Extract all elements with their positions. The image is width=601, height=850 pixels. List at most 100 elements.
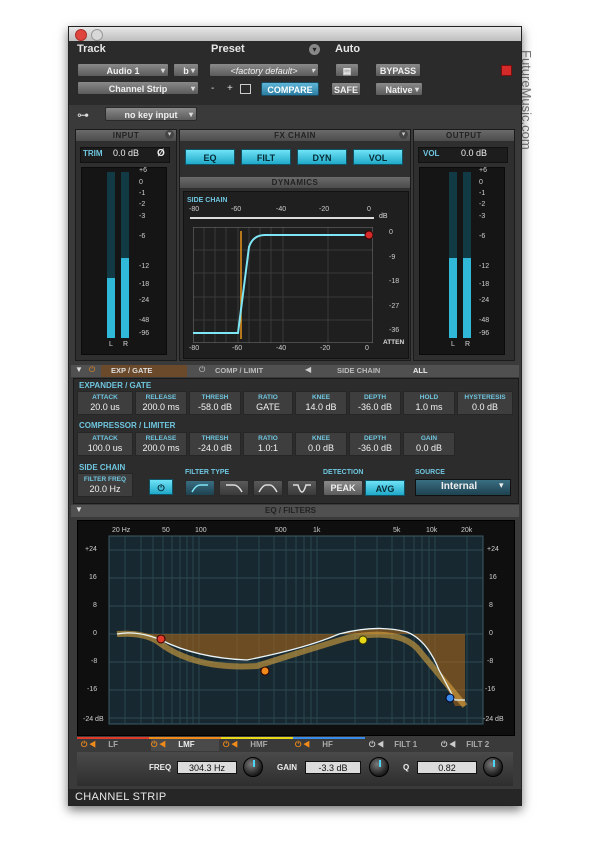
tab-band-lmf[interactable]: ⏻ ◀ LMF — [151, 739, 219, 751]
preset-minus-button[interactable]: - — [211, 83, 214, 94]
highpass-filter-button[interactable] — [185, 480, 215, 496]
input-meter-left-fill — [107, 278, 115, 338]
target-icon[interactable] — [501, 65, 512, 76]
comp-knee[interactable]: KNEE 0.0 dB — [295, 432, 347, 456]
notch-filter-button[interactable] — [287, 480, 317, 496]
eq-graph[interactable] — [77, 520, 513, 734]
fx-chain-title: FX CHAIN — [180, 130, 410, 141]
copy-settings-icon[interactable] — [240, 84, 251, 94]
gain-field[interactable]: -3.3 dB — [305, 761, 361, 774]
exp-hold[interactable]: HOLD 1.0 ms — [403, 391, 455, 415]
tab-band-filt2[interactable]: ⏻ ◀ FILT 2 — [441, 739, 511, 751]
q-knob[interactable] — [483, 757, 503, 777]
q-field[interactable]: 0.82 — [417, 761, 477, 774]
exp-thresh[interactable]: THRESH -58.0 dB — [189, 391, 241, 415]
tab-band-hmf[interactable]: ⏻ ◀ HMF — [223, 739, 291, 751]
title-bar[interactable] — [69, 27, 521, 41]
source-label: SOURCE — [415, 469, 445, 476]
comp-ratio[interactable]: RATIO 1.0:1 — [243, 432, 293, 456]
phase-invert-button[interactable]: Ø — [157, 148, 165, 159]
sc-filter-power-button[interactable]: ⏻ — [149, 479, 173, 495]
preset-label: Preset — [211, 43, 245, 55]
tab-side-chain[interactable]: SIDE CHAIN — [337, 366, 380, 375]
side-chain-label: SIDE CHAIN — [187, 197, 228, 204]
tab-band-lf[interactable]: ⏻ ◀ LF — [81, 739, 147, 751]
output-meter-left — [449, 172, 457, 338]
preset-menu-icon[interactable]: ▾ — [309, 44, 320, 55]
input-menu-icon[interactable]: ▾ — [165, 130, 174, 139]
lowpass-filter-button[interactable] — [219, 480, 249, 496]
sc-filter-freq[interactable]: FILTER FREQ 20.0 Hz — [77, 473, 133, 497]
auto-label: Auto — [335, 43, 361, 55]
input-title: INPUT — [76, 130, 176, 141]
exp-ratio[interactable]: RATIO GATE — [243, 391, 293, 415]
module-eq-button[interactable]: EQ — [185, 149, 235, 165]
key-icon: ⊶ — [77, 108, 89, 122]
vol-label: VOL — [423, 149, 440, 158]
tab-band-filt1[interactable]: ⏻ ◀ FILT 1 — [369, 739, 437, 751]
comp-attack[interactable]: ATTACK 100.0 us — [77, 432, 133, 456]
input-meter-left — [107, 172, 115, 338]
trim-label: TRIM — [83, 149, 103, 158]
side-chain-speaker-icon[interactable]: ◀ — [305, 365, 311, 374]
preset-selector[interactable]: <factory default> — [209, 63, 319, 78]
input-meter-right-fill — [121, 258, 129, 338]
tab-comp-limit[interactable]: COMP / LIMIT — [215, 366, 263, 375]
track-selector[interactable]: Audio 1 — [77, 63, 169, 78]
module-vol-button[interactable]: VOL — [353, 149, 403, 165]
module-filt-button[interactable]: FILT — [241, 149, 291, 165]
output-meter-right-fill — [463, 258, 471, 338]
bypass-button[interactable]: BYPASS — [375, 63, 421, 77]
exp-attack[interactable]: ATTACK 20.0 us — [77, 391, 133, 415]
gain-knob[interactable] — [369, 757, 389, 777]
track-channel-selector[interactable]: b — [173, 63, 199, 78]
detection-avg-button[interactable]: AVG — [365, 480, 405, 496]
atten-scale: 0 -9 -18 -27 -36 — [389, 229, 400, 334]
fx-chain-menu-icon[interactable]: ▾ — [399, 130, 408, 139]
freq-knob[interactable] — [243, 757, 263, 777]
zoom-icon[interactable] — [91, 29, 103, 41]
plugin-window: Track Preset ▾ Auto Audio 1 b Channel St… — [68, 26, 522, 806]
exp-release[interactable]: RELEASE 200.0 ms — [135, 391, 187, 415]
key-input-selector[interactable]: no key input — [105, 107, 197, 122]
automation-icon[interactable]: ▤ — [335, 63, 359, 77]
comp-thresh[interactable]: THRESH -24.0 dB — [189, 432, 241, 456]
source-dropdown-icon: ▾ — [499, 480, 504, 490]
output-meter-right — [463, 172, 471, 338]
preset-plus-button[interactable]: + — [227, 83, 233, 94]
input-left-label: L — [109, 341, 113, 348]
exp-hysteresis[interactable]: HYSTERESIS 0.0 dB — [457, 391, 513, 415]
transfer-bottom-scale: -80 -60 -40 -20 0 — [189, 345, 369, 352]
freq-field[interactable]: 304.3 Hz — [177, 761, 237, 774]
exp-knee[interactable]: KNEE 14.0 dB — [295, 391, 347, 415]
dyn-collapse-icon[interactable]: ▼ — [75, 365, 83, 374]
transfer-graph[interactable] — [193, 227, 373, 343]
close-icon[interactable] — [75, 29, 87, 41]
comp-gain[interactable]: GAIN 0.0 dB — [403, 432, 455, 456]
comp-power-icon[interactable]: ⏻ — [199, 365, 205, 375]
freq-label: FREQ — [149, 763, 172, 772]
sc-db-label: dB — [379, 213, 388, 220]
eq-collapse-icon[interactable]: ▼ — [75, 505, 83, 514]
footer-title: CHANNEL STRIP — [75, 791, 167, 803]
exp-gate-power-icon[interactable]: ⏻ — [89, 365, 95, 375]
comp-depth[interactable]: DEPTH -36.0 dB — [349, 432, 401, 456]
track-label: Track — [77, 43, 106, 55]
sc-threshold-slider[interactable] — [190, 217, 374, 219]
filter-type-label: FILTER TYPE — [185, 469, 230, 476]
compare-button[interactable]: COMPARE — [261, 82, 319, 96]
native-selector[interactable]: Native — [375, 82, 423, 97]
comp-release[interactable]: RELEASE 200.0 ms — [135, 432, 187, 456]
tab-band-hf[interactable]: ⏻ ◀ HF — [295, 739, 363, 751]
gain-label: GAIN — [277, 763, 297, 772]
input-meter-right — [121, 172, 129, 338]
eq-title: EQ / FILTERS — [265, 506, 316, 515]
tab-all[interactable]: ALL — [413, 366, 428, 375]
detection-peak-button[interactable]: PEAK — [323, 480, 363, 496]
plugin-selector[interactable]: Channel Strip — [77, 81, 199, 96]
bandpass-filter-button[interactable] — [253, 480, 283, 496]
safe-button[interactable]: SAFE — [331, 82, 361, 96]
module-dyn-button[interactable]: DYN — [297, 149, 347, 165]
exp-depth[interactable]: DEPTH -36.0 dB — [349, 391, 401, 415]
output-title: OUTPUT — [414, 130, 514, 141]
